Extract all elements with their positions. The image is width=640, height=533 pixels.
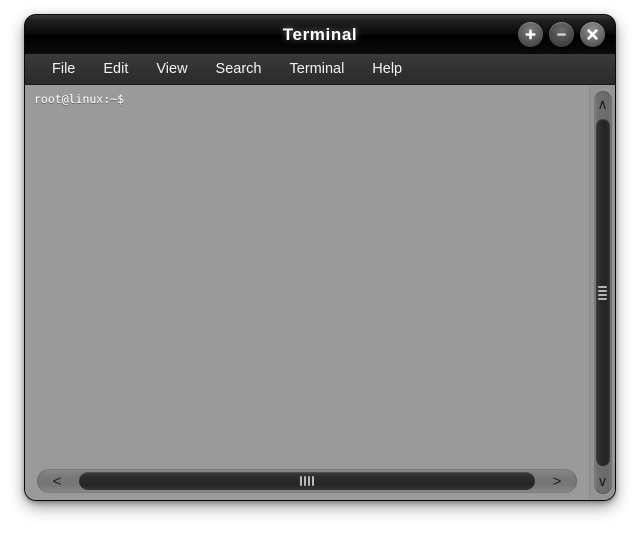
vertical-grip-icon <box>598 285 607 300</box>
terminal-content-area[interactable]: root@linux:~$ < > <box>25 85 589 500</box>
title-bar[interactable]: Terminal <box>25 15 615 54</box>
vertical-scrollbar[interactable]: ∧ ∨ <box>589 85 615 500</box>
menu-item-terminal[interactable]: Terminal <box>277 58 358 80</box>
vertical-scrollbar-thumb[interactable] <box>595 119 610 466</box>
menu-item-edit[interactable]: Edit <box>90 58 141 80</box>
scroll-up-arrow-icon[interactable]: ∧ <box>594 91 612 117</box>
horizontal-scrollbar-thumb[interactable] <box>79 472 535 490</box>
window-title: Terminal <box>282 24 358 44</box>
vertical-scrollbar-trough[interactable]: ∧ ∨ <box>593 91 612 494</box>
horizontal-scrollbar[interactable]: < > <box>37 469 577 493</box>
terminal-prompt-line: root@linux:~$ <box>34 92 125 106</box>
menu-item-file[interactable]: File <box>39 58 88 80</box>
close-icon <box>587 29 598 40</box>
horizontal-grip-icon <box>300 476 314 486</box>
plus-icon <box>525 29 536 40</box>
menu-bar: File Edit View Search Terminal Help <box>25 54 615 85</box>
desktop-background: Terminal File Edit View Search Terminal … <box>0 0 640 533</box>
menu-item-search[interactable]: Search <box>203 58 275 80</box>
scroll-left-arrow-icon[interactable]: < <box>37 469 77 493</box>
terminal-window: Terminal File Edit View Search Terminal … <box>24 14 616 501</box>
maximize-button[interactable] <box>518 22 543 47</box>
scroll-right-arrow-icon[interactable]: > <box>537 469 577 493</box>
minimize-button[interactable] <box>549 22 574 47</box>
menu-item-help[interactable]: Help <box>359 58 415 80</box>
menu-item-view[interactable]: View <box>143 58 200 80</box>
close-button[interactable] <box>580 22 605 47</box>
scroll-down-arrow-icon[interactable]: ∨ <box>594 468 612 494</box>
window-body: root@linux:~$ < > ∧ ∨ <box>25 85 615 500</box>
minus-icon <box>557 33 566 36</box>
window-controls <box>518 15 605 54</box>
